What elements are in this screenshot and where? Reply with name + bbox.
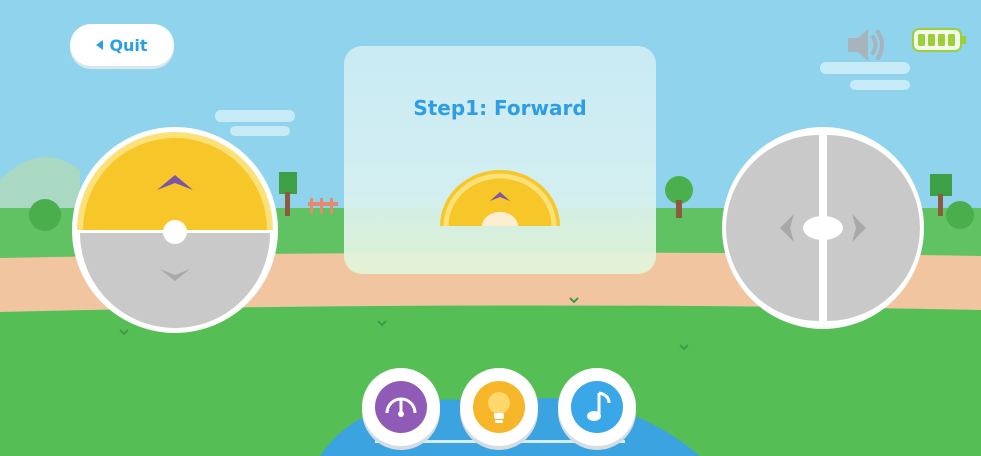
speed-button[interactable] xyxy=(362,368,440,446)
light-bulb-icon xyxy=(488,392,510,423)
music-button[interactable] xyxy=(558,368,636,446)
fence-post xyxy=(310,198,313,214)
joystick-knob[interactable] xyxy=(803,216,843,240)
fence-post xyxy=(320,198,323,214)
fence-post xyxy=(330,198,333,214)
tree-trunk xyxy=(938,194,943,216)
music-note-icon xyxy=(587,391,611,421)
battery-bar xyxy=(938,34,945,46)
tree-trunk xyxy=(676,200,682,218)
instruction-panel: Step1: Forward xyxy=(344,46,656,274)
bush xyxy=(29,199,61,231)
speaker-icon[interactable] xyxy=(844,24,890,66)
battery-bar xyxy=(928,34,935,46)
tree-canopy xyxy=(930,174,952,196)
step-title: Step1: Forward xyxy=(413,96,587,120)
battery-bar xyxy=(948,34,955,46)
tree-canopy xyxy=(665,176,693,204)
back-arrow-icon xyxy=(96,40,104,50)
left-right-joystick[interactable] xyxy=(720,125,926,331)
speedometer-icon xyxy=(385,397,417,417)
cloud xyxy=(215,110,295,122)
game-scene: Quit Step1: Forward xyxy=(0,0,981,456)
joystick-knob[interactable] xyxy=(163,220,187,244)
battery-icon xyxy=(912,28,966,52)
battery-bar xyxy=(918,34,925,46)
quit-label: Quit xyxy=(109,35,148,55)
tree-canopy xyxy=(279,172,297,194)
forward-hint-icon xyxy=(440,170,560,227)
cloud xyxy=(850,80,910,90)
tree-trunk xyxy=(285,192,290,216)
forward-back-joystick[interactable] xyxy=(70,125,280,335)
quit-button[interactable]: Quit xyxy=(70,24,174,66)
light-button[interactable] xyxy=(460,368,538,446)
bush xyxy=(946,201,974,229)
